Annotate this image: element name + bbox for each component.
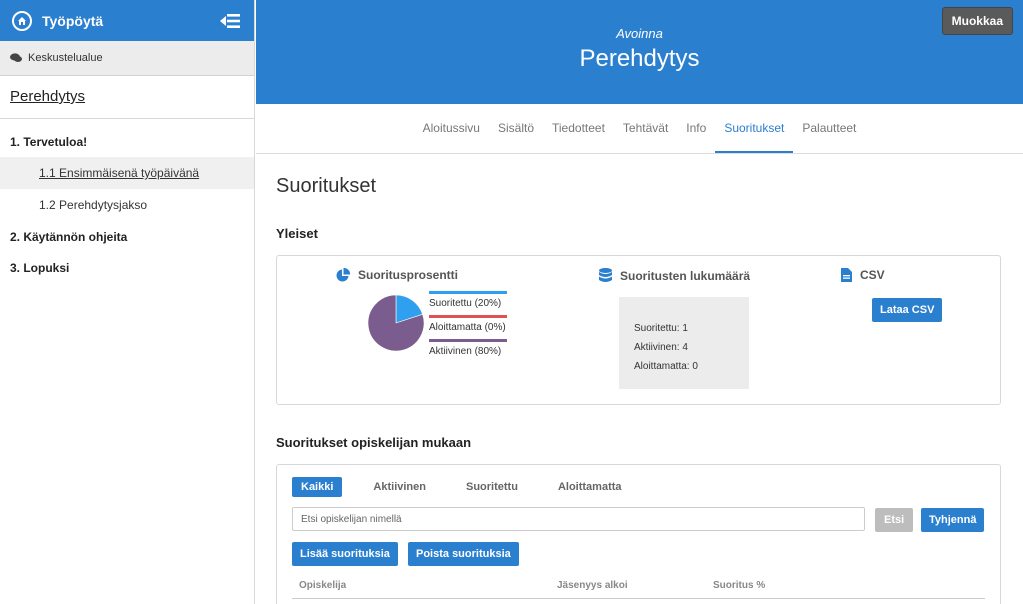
column-header-membership-start[interactable]: Jäsenyys alkoi (557, 580, 628, 591)
database-icon (599, 268, 612, 283)
general-heading: Yleiset (276, 226, 318, 241)
count-stat-title: Suoritusten lukumäärä (599, 268, 750, 283)
home-icon[interactable] (12, 10, 32, 31)
main-content: Suoritukset Yleiset Suoritusprosentti Su… (256, 155, 1023, 604)
tab-completions[interactable]: Suoritukset (715, 121, 794, 153)
csv-stat-title: CSV (841, 268, 885, 282)
edit-button[interactable]: Muokkaa (941, 7, 1013, 35)
forum-link[interactable]: Keskustelualue (0, 41, 254, 76)
file-icon (841, 268, 852, 282)
tab-feedback[interactable]: Palautteet (793, 121, 865, 153)
students-card: Kaikki Aktiivinen Suoritettu Aloittamatt… (276, 464, 1001, 604)
legend-completed: Suoritettu (20%) (429, 291, 507, 315)
tab-info[interactable]: Info (677, 121, 715, 153)
sidebar: Työpöytä Keskustelualue Perehdytys 1. Te… (0, 0, 255, 604)
count-title: Suoritusten lukumäärä (620, 268, 751, 283)
legend-active: Aktiivinen (80%) (429, 339, 507, 363)
percent-stat: Suoritusprosentti (336, 268, 458, 282)
dashboard-link[interactable]: Työpöytä (42, 13, 218, 29)
download-csv-button[interactable]: Lataa CSV (872, 298, 943, 322)
filter-completed[interactable]: Suoritettu (457, 477, 527, 497)
column-header-completion-percent[interactable]: Suoritus % (713, 580, 765, 591)
column-header-student[interactable]: Opiskelija (299, 580, 346, 591)
csv-title: CSV (860, 268, 885, 282)
percent-title: Suoritusprosentti (358, 268, 459, 282)
course-link[interactable]: Perehdytys (0, 76, 254, 118)
filter-active[interactable]: Aktiivinen (364, 477, 435, 497)
count-active: Aktiivinen: 4 (634, 342, 688, 353)
table-header-divider (292, 598, 985, 599)
course-title: Perehdytys (579, 45, 700, 72)
count-completed: Suoritettu: 1 (634, 323, 688, 334)
sidebar-item-orientation-period[interactable]: 1.2 Perehdytysjakso (0, 189, 254, 221)
student-search-input[interactable] (292, 507, 865, 531)
filter-tabs: Kaikki Aktiivinen Suoritettu Aloittamatt… (292, 477, 653, 497)
sidebar-item-welcome[interactable]: 1. Tervetuloa! (0, 126, 254, 157)
tab-assignments[interactable]: Tehtävät (614, 121, 677, 153)
tab-home[interactable]: Aloitussivu (414, 121, 489, 153)
filter-not-started[interactable]: Aloittamatta (549, 477, 631, 497)
course-header: Avoinna Perehdytys Muokkaa (256, 0, 1023, 104)
course-tabs: Aloitussivu Sisältö Tiedotteet Tehtävät … (256, 104, 1023, 154)
count-not-started: Aloittamatta: 0 (634, 361, 698, 372)
filter-all[interactable]: Kaikki (292, 477, 343, 497)
dashboard-bar[interactable]: Työpöytä (0, 0, 254, 41)
add-completions-button[interactable]: Lisää suorituksia (292, 542, 398, 566)
forum-label: Keskustelualue (28, 52, 103, 64)
pie-legend: Suoritettu (20%) Aloittamatta (0%) Aktii… (429, 291, 507, 363)
pie-chart-icon (336, 268, 350, 282)
percent-stat-title: Suoritusprosentti (336, 268, 458, 282)
divider (0, 118, 254, 119)
comments-icon (10, 53, 22, 63)
course-status: Avoinna (616, 26, 663, 41)
general-stats-card: Suoritusprosentti Suoritettu (20%) Aloit… (276, 255, 1001, 405)
students-heading: Suoritukset opiskelijan mukaan (276, 435, 472, 450)
count-stat: Suoritusten lukumäärä (599, 268, 750, 283)
search-button[interactable]: Etsi (875, 508, 914, 532)
sidebar-item-first-day[interactable]: 1.1 Ensimmäisenä työpäivänä (0, 157, 254, 189)
collapse-sidebar-icon[interactable] (218, 11, 242, 31)
sidebar-item-practical-instructions[interactable]: 2. Käytännön ohjeita (0, 221, 254, 252)
completion-pie-chart (367, 294, 425, 352)
count-box: Suoritettu: 1 Aktiivinen: 4 Aloittamatta… (619, 297, 749, 389)
clear-button[interactable]: Tyhjennä (921, 508, 985, 532)
legend-not-started: Aloittamatta (0%) (429, 315, 507, 339)
page-title: Suoritukset (276, 175, 377, 197)
csv-stat: CSV (841, 268, 885, 282)
tab-content[interactable]: Sisältö (489, 121, 543, 153)
sidebar-item-finally[interactable]: 3. Lopuksi (0, 252, 254, 283)
tab-announcements[interactable]: Tiedotteet (543, 121, 614, 153)
remove-completions-button[interactable]: Poista suorituksia (408, 542, 519, 566)
